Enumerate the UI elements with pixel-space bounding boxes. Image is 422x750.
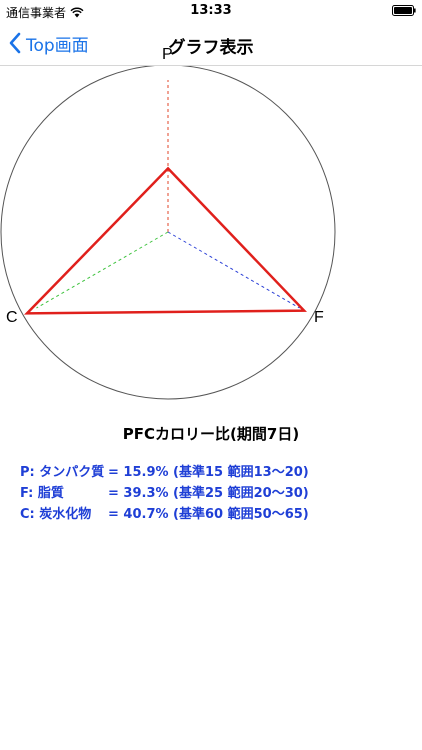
status-bar: 通信事業者 13:33 <box>0 0 422 22</box>
chart-title: PFCカロリー比(期間7日) <box>122 425 300 443</box>
summary-row-f: F: 脂質 = 39.3% (基準25 範囲20〜30) <box>20 483 309 504</box>
navigation-bar: Top画面 グラフ表示 <box>0 22 422 66</box>
clock: 13:33 <box>190 3 232 18</box>
summary-value-c: = 40.7% (基準60 範囲50〜65) <box>108 507 309 522</box>
axis-line-f <box>167 231 300 309</box>
pfc-summary: P: タンパク質 = 15.9% (基準15 範囲13〜20) F: 脂質 = … <box>20 462 309 525</box>
axis-label-c: C <box>6 309 18 326</box>
axis-label-f: F <box>314 309 324 326</box>
axis-label-p: P <box>162 46 173 63</box>
pfc-radar-chart <box>0 66 336 400</box>
battery-icon <box>392 5 416 16</box>
pfc-polygon <box>24 166 307 315</box>
page-title: グラフ表示 <box>168 38 254 58</box>
summary-value-p: = 15.9% (基準15 範囲13〜20) <box>108 465 309 480</box>
summary-key-c: C: 炭水化物 <box>20 507 92 522</box>
summary-row-p: P: タンパク質 = 15.9% (基準15 範囲13〜20) <box>20 462 309 483</box>
summary-row-c: C: 炭水化物 = 40.7% (基準60 範囲50〜65) <box>20 504 309 525</box>
summary-key-p: P: タンパク質 <box>20 465 105 480</box>
summary-key-f: F: 脂質 <box>20 486 64 501</box>
axis-line-c <box>36 231 169 309</box>
summary-value-f: = 39.3% (基準25 範囲20〜30) <box>108 486 309 501</box>
